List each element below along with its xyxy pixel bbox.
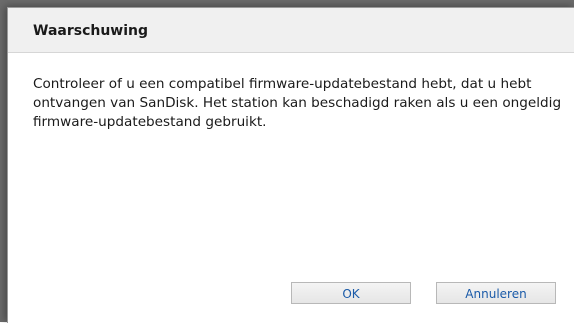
ok-button[interactable]: OK [291, 282, 411, 304]
warning-dialog: Waarschuwing Controleer of u een compati… [7, 7, 574, 323]
dialog-title: Waarschuwing [33, 23, 149, 39]
cancel-button[interactable]: Annuleren [436, 282, 556, 304]
dialog-message: Controleer of u een compatibel firmware-… [33, 76, 562, 130]
dialog-header: Waarschuwing [8, 8, 574, 53]
